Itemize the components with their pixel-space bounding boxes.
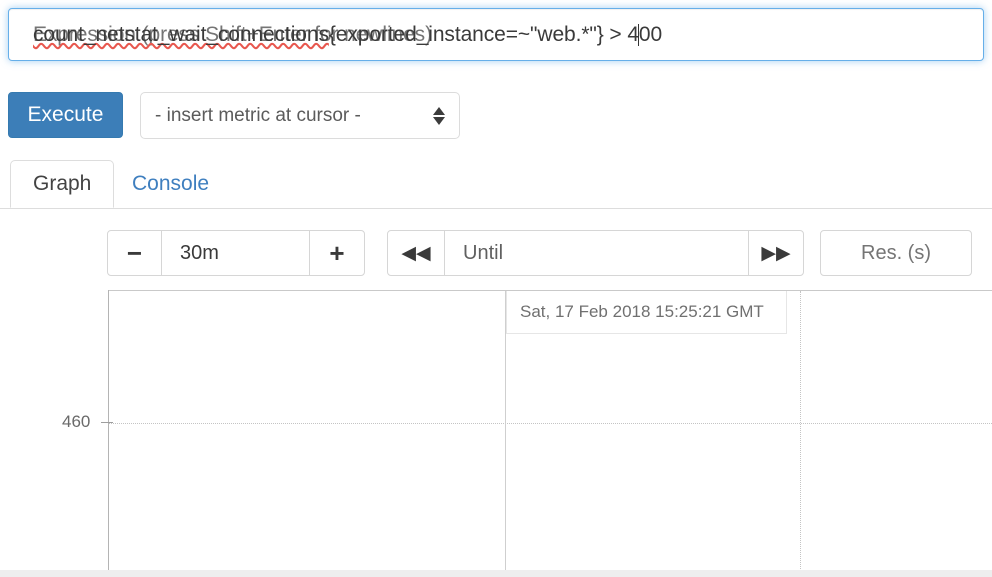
- chevron-updown-icon: [433, 106, 445, 125]
- tab-graph[interactable]: Graph: [10, 160, 115, 208]
- range-control-group: − 30m +: [107, 230, 365, 276]
- insert-metric-select-value: - insert metric at cursor -: [155, 104, 361, 126]
- step-backward-button[interactable]: ◀◀: [387, 230, 445, 276]
- horizontal-gridline: [109, 423, 992, 424]
- execute-button[interactable]: Execute: [8, 92, 123, 138]
- resolution-input[interactable]: [820, 230, 972, 276]
- expression-input-wrapper: count_netstat_wait_connections{exported_…: [8, 8, 984, 61]
- crosshair-timestamp-label: Sat, 17 Feb 2018 15:25:21 GMT: [506, 291, 787, 334]
- expression-input[interactable]: [8, 8, 984, 61]
- bottom-strip: [0, 570, 992, 577]
- insert-metric-select[interactable]: - insert metric at cursor -: [140, 92, 460, 139]
- y-axis-tick-label: 460: [62, 412, 91, 431]
- tab-console[interactable]: Console: [113, 160, 228, 208]
- until-control-group: ◀◀ Until ▶▶: [387, 230, 804, 276]
- until-input[interactable]: Until: [445, 230, 748, 276]
- step-forward-button[interactable]: ▶▶: [748, 230, 804, 276]
- y-axis-line: [108, 290, 109, 577]
- graph-plot-area[interactable]: 460 Sat, 17 Feb 2018 15:25:21 GMT Sat, 1…: [0, 288, 992, 577]
- range-input[interactable]: 30m: [162, 230, 309, 276]
- range-decrease-button[interactable]: −: [107, 230, 162, 276]
- vertical-gridline: [800, 291, 801, 577]
- range-increase-button[interactable]: +: [309, 230, 365, 276]
- tab-bar: Graph Console: [0, 160, 992, 209]
